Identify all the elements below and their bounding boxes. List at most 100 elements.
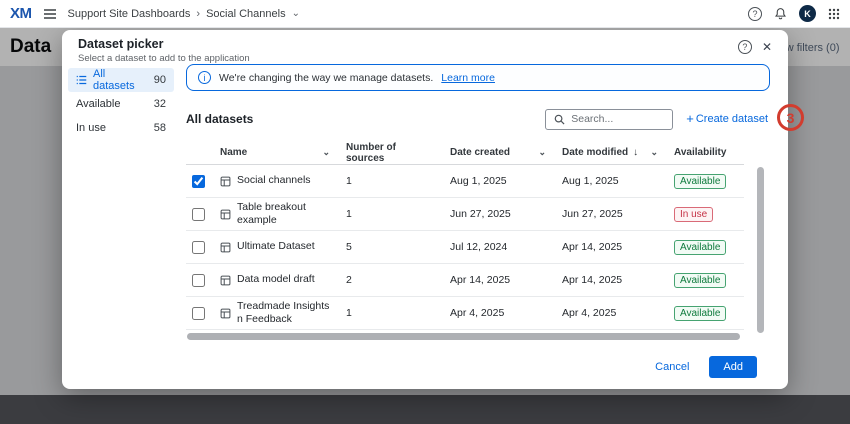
modal-title: Dataset picker bbox=[78, 37, 772, 51]
modal-main: i We're changing the way we manage datas… bbox=[178, 62, 788, 345]
sidebar-item-count: 58 bbox=[154, 122, 166, 134]
sources-cell: 1 bbox=[346, 208, 450, 220]
column-header-date-modified[interactable]: Date modified ↓ ⌄ bbox=[562, 147, 674, 158]
search-icon bbox=[554, 114, 565, 125]
sidebar-item-count: 90 bbox=[154, 74, 166, 86]
row-checkbox[interactable] bbox=[192, 274, 205, 287]
name-cell: Data model draft bbox=[220, 273, 346, 286]
date-modified-cell: Apr 14, 2025 bbox=[562, 274, 674, 286]
dataset-icon bbox=[220, 176, 231, 187]
modal-header: Dataset picker Select a dataset to add t… bbox=[62, 30, 788, 62]
table-row[interactable]: Social channels 1 Aug 1, 2025 Aug 1, 202… bbox=[186, 165, 744, 198]
availability-badge: Available bbox=[674, 273, 726, 288]
modal-header-actions: ? ✕ bbox=[738, 40, 772, 54]
list-header: All datasets + Create dataset bbox=[186, 108, 770, 130]
sidebar-item-all-datasets[interactable]: All datasets 90 bbox=[68, 68, 174, 92]
sidebar-item-label: All datasets bbox=[93, 68, 148, 92]
row-checkbox[interactable] bbox=[192, 307, 205, 320]
sources-cell: 5 bbox=[346, 241, 450, 253]
dataset-name: Table breakout example bbox=[237, 201, 336, 227]
dataset-icon bbox=[220, 242, 231, 253]
date-created-cell: Apr 14, 2025 bbox=[450, 274, 562, 286]
cancel-button[interactable]: Cancel bbox=[655, 361, 689, 373]
modal-help-icon[interactable]: ? bbox=[738, 40, 752, 54]
column-header-availability: Availability bbox=[674, 147, 744, 158]
sources-cell: 1 bbox=[346, 175, 450, 187]
name-cell: Table breakout example bbox=[220, 201, 346, 227]
date-modified-cell: Apr 14, 2025 bbox=[562, 241, 674, 253]
close-icon[interactable]: ✕ bbox=[762, 40, 772, 54]
modal-body: All datasets 90 Available 32 In use 58 i… bbox=[62, 62, 788, 345]
help-icon[interactable]: ? bbox=[748, 7, 762, 21]
name-cell: Social channels bbox=[220, 174, 346, 187]
dataset-name: Data model draft bbox=[237, 273, 315, 286]
date-created-cell: Aug 1, 2025 bbox=[450, 175, 562, 187]
breadcrumb: Support Site Dashboards › Social Channel… bbox=[68, 8, 300, 20]
table-row[interactable]: Data model draft 2 Apr 14, 2025 Apr 14, … bbox=[186, 264, 744, 297]
checkbox-cell bbox=[186, 175, 220, 188]
vertical-scrollbar[interactable] bbox=[757, 167, 764, 333]
sort-descending-icon: ↓ bbox=[633, 147, 638, 158]
table-row[interactable]: Treadmade Insights n Feedback 1 Apr 4, 2… bbox=[186, 297, 744, 330]
dataset-icon bbox=[220, 209, 231, 220]
learn-more-link[interactable]: Learn more bbox=[441, 72, 495, 84]
table-row[interactable]: Ultimate Dataset 5 Jul 12, 2024 Apr 14, … bbox=[186, 231, 744, 264]
chevron-down-icon[interactable]: ⌄ bbox=[292, 11, 300, 17]
user-avatar[interactable]: K bbox=[799, 5, 816, 22]
column-header-name[interactable]: Name ⌄ bbox=[220, 147, 346, 158]
step-annotation-badge: 3 bbox=[777, 104, 804, 131]
breadcrumb-current[interactable]: Social Channels bbox=[206, 8, 286, 20]
plus-icon: + bbox=[686, 114, 694, 124]
dataset-name: Social channels bbox=[237, 174, 311, 187]
table-row[interactable]: Table breakout example 1 Jun 27, 2025 Ju… bbox=[186, 198, 744, 231]
availability-cell: Available bbox=[674, 241, 744, 253]
table-title: All datasets bbox=[186, 112, 253, 126]
dataset-name: Ultimate Dataset bbox=[237, 240, 315, 253]
sidebar-item-available[interactable]: Available 32 bbox=[68, 92, 174, 116]
breadcrumb-root[interactable]: Support Site Dashboards bbox=[68, 8, 191, 20]
row-checkbox[interactable] bbox=[192, 241, 205, 254]
checkbox-cell bbox=[186, 208, 220, 221]
app-grid-icon[interactable] bbox=[828, 8, 840, 20]
availability-cell: Available bbox=[674, 175, 744, 187]
add-button[interactable]: Add bbox=[709, 356, 757, 378]
chevron-down-icon: ⌄ bbox=[322, 150, 330, 155]
dataset-table: Name ⌄ Number of sources Date created ⌄ … bbox=[186, 141, 744, 330]
dataset-name: Treadmade Insights n Feedback bbox=[237, 300, 336, 326]
notifications-bell-icon[interactable] bbox=[774, 7, 787, 20]
list-icon bbox=[76, 75, 87, 85]
banner-text: We're changing the way we manage dataset… bbox=[219, 72, 433, 84]
row-checkbox[interactable] bbox=[192, 208, 205, 221]
sidebar-item-in-use[interactable]: In use 58 bbox=[68, 116, 174, 140]
date-created-cell: Jun 27, 2025 bbox=[450, 208, 562, 220]
sources-cell: 2 bbox=[346, 274, 450, 286]
create-dataset-button[interactable]: + Create dataset bbox=[686, 113, 768, 125]
modal-sidebar: All datasets 90 Available 32 In use 58 bbox=[62, 62, 178, 345]
hamburger-menu-icon[interactable] bbox=[43, 8, 57, 20]
availability-badge: In use bbox=[674, 207, 713, 222]
name-cell: Ultimate Dataset bbox=[220, 240, 346, 253]
date-created-cell: Apr 4, 2025 bbox=[450, 307, 562, 319]
date-modified-cell: Apr 4, 2025 bbox=[562, 307, 674, 319]
modal-subtitle: Select a dataset to add to the applicati… bbox=[78, 53, 772, 64]
availability-cell: In use bbox=[674, 208, 744, 220]
checkbox-cell bbox=[186, 274, 220, 287]
topbar-actions: ? K bbox=[748, 5, 840, 22]
search-box bbox=[545, 109, 673, 130]
info-icon: i bbox=[198, 71, 211, 84]
date-created-cell: Jul 12, 2024 bbox=[450, 241, 562, 253]
search-input[interactable] bbox=[571, 113, 664, 125]
chevron-down-icon: ⌄ bbox=[650, 150, 658, 155]
availability-cell: Available bbox=[674, 274, 744, 286]
horizontal-scrollbar[interactable] bbox=[187, 333, 740, 340]
sidebar-item-count: 32 bbox=[154, 98, 166, 110]
column-header-sources: Number of sources bbox=[346, 142, 450, 164]
column-header-date-created[interactable]: Date created ⌄ bbox=[450, 147, 562, 158]
date-modified-cell: Aug 1, 2025 bbox=[562, 175, 674, 187]
topbar: XM Support Site Dashboards › Social Chan… bbox=[0, 0, 850, 28]
availability-badge: Available bbox=[674, 174, 726, 189]
row-checkbox[interactable] bbox=[192, 175, 205, 188]
availability-badge: Available bbox=[674, 306, 726, 321]
xm-logo: XM bbox=[10, 5, 32, 22]
dataset-icon bbox=[220, 308, 231, 319]
